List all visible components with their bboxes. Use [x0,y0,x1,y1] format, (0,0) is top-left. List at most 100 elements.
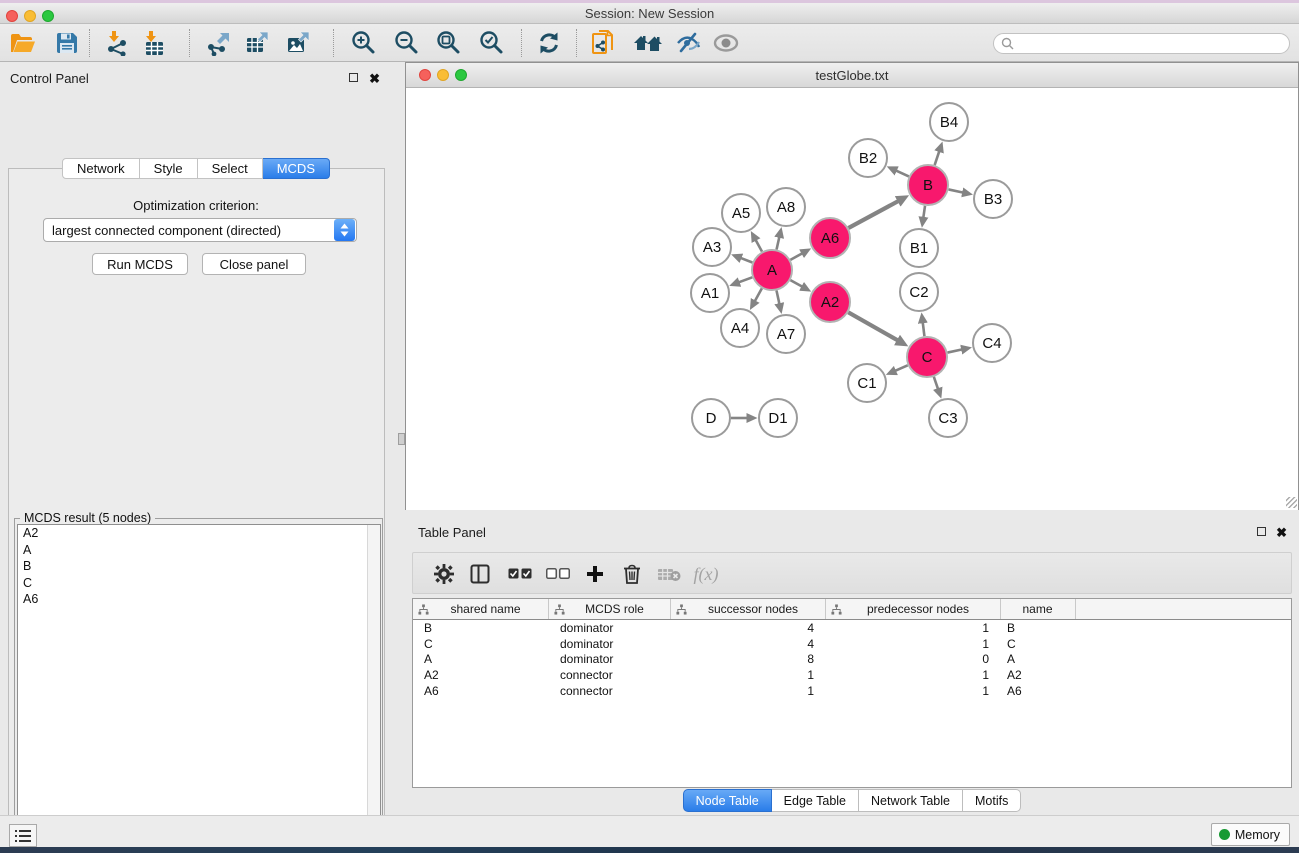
save-session-icon[interactable] [52,29,82,57]
run-mcds-button[interactable]: Run MCDS [92,253,188,275]
zoom-in-icon[interactable] [348,29,378,57]
graph-node-C4[interactable]: C4 [973,324,1011,362]
add-column-icon[interactable] [580,560,610,588]
graph-edge-A-A4[interactable] [755,288,762,300]
graph-node-A7[interactable]: A7 [767,315,805,353]
tab-network[interactable]: Network [62,158,140,179]
graph-node-A8[interactable]: A8 [767,188,805,226]
graph-node-A3[interactable]: A3 [693,228,731,266]
graph-node-B3[interactable]: B3 [974,180,1012,218]
zoom-selected-icon[interactable] [476,29,506,57]
select-all-checkboxes-icon[interactable] [505,560,535,588]
graph-edge-A-A7[interactable] [776,291,779,304]
graph-node-C1[interactable]: C1 [848,364,886,402]
network-graph[interactable]: B4 B2 B B3 A8A5 A6 A3 B1 A C2 A1 A2 A4A7 C4 C C1 C3 D D1 [406,89,1298,510]
scrollbar-track[interactable] [367,525,380,853]
settings-gear-icon[interactable] [429,560,459,588]
graph-node-A4[interactable]: A4 [721,309,759,347]
graph-edge-B-B4[interactable] [935,151,940,165]
graph-edge-C-C3[interactable] [934,377,938,389]
memory-button[interactable]: Memory [1211,823,1290,846]
graph-edge-A-A6[interactable] [790,253,802,259]
graph-edge-B-B2[interactable] [896,171,909,177]
graph-edge-B-B3[interactable] [949,189,963,192]
column-header-successor-nodes[interactable]: successor nodes [671,599,826,619]
tab-mcds[interactable]: MCDS [263,158,330,179]
close-table-panel-icon[interactable]: ✖ [1276,528,1287,537]
table-row[interactable]: Bdominator41B [413,620,1291,636]
graph-edge-A-A2[interactable] [790,280,802,286]
refresh-icon[interactable] [534,29,564,57]
graph-edge-B-B1[interactable] [923,206,925,218]
import-table-icon[interactable] [139,29,169,57]
new-network-from-selection-icon[interactable] [589,29,619,57]
graph-edge-A6-B[interactable] [848,201,898,228]
graph-edge-C-C2[interactable] [923,323,925,336]
graph-node-A5[interactable]: A5 [722,194,760,232]
network-canvas[interactable]: B4 B2 B B3 A8A5 A6 A3 B1 A C2 A1 A2 A4A7 C4 C C1 C3 D D1 [406,89,1298,510]
export-image-icon[interactable] [284,29,314,57]
tab-network-table[interactable]: Network Table [859,789,963,812]
column-header-shared-name[interactable]: shared name [413,599,549,619]
open-session-icon[interactable] [8,29,38,57]
graph-node-A[interactable]: A [752,250,792,290]
graph-edge-A-A1[interactable] [739,277,752,282]
show-panels-list-button[interactable] [9,824,37,847]
graph-edge-A-A8[interactable] [777,237,780,249]
delete-table-icon[interactable] [654,560,684,588]
tab-node-table[interactable]: Node Table [683,789,772,812]
optimization-criterion-select[interactable]: largest connected component (directed) [43,218,357,242]
graph-node-B2[interactable]: B2 [849,139,887,177]
graph-edge-C-C4[interactable] [948,350,962,353]
graph-node-A1[interactable]: A1 [691,274,729,312]
graph-node-D[interactable]: D [692,399,730,437]
graph-node-C[interactable]: C [907,337,947,377]
table-row[interactable]: A2connector11A2 [413,667,1291,683]
float-table-panel-icon[interactable] [1257,527,1266,536]
zoom-fit-icon[interactable] [433,29,463,57]
graph-edge-A-A5[interactable] [756,240,762,251]
mcds-result-item[interactable]: A [18,542,380,559]
graph-edge-A2-C[interactable] [848,312,897,340]
mcds-result-item[interactable]: A2 [18,525,380,542]
graph-edge-A-A3[interactable] [741,258,752,262]
column-header-predecessor-nodes[interactable]: predecessor nodes [826,599,1001,619]
home-icon[interactable] [633,29,663,57]
graph-node-A6[interactable]: A6 [810,218,850,258]
graph-node-A2[interactable]: A2 [810,282,850,322]
resize-grip[interactable] [1286,497,1297,508]
graph-node-D1[interactable]: D1 [759,399,797,437]
graph-node-B4[interactable]: B4 [930,103,968,141]
mcds-result-item[interactable]: A6 [18,591,380,608]
mcds-result-item[interactable]: C [18,575,380,592]
mcds-result-item[interactable]: B [18,558,380,575]
column-header-name[interactable]: name [1001,599,1076,619]
table-row[interactable]: A6connector11A6 [413,683,1291,699]
graph-node-B1[interactable]: B1 [900,229,938,267]
mcds-result-list[interactable]: A2ABCA6 [17,524,381,853]
column-header-MCDS-role[interactable]: MCDS role [549,599,671,619]
search-input[interactable] [1014,37,1289,51]
tab-select[interactable]: Select [198,158,263,179]
tab-edge-table[interactable]: Edge Table [772,789,859,812]
graph-node-B[interactable]: B [908,165,948,205]
hide-graphics-details-icon[interactable] [674,29,704,57]
import-network-icon[interactable] [102,29,132,57]
graph-node-C3[interactable]: C3 [929,399,967,437]
zoom-out-icon[interactable] [391,29,421,57]
close-panel-icon[interactable]: ✖ [369,74,380,83]
show-graphics-details-icon[interactable] [711,29,741,57]
export-network-icon[interactable] [204,29,234,57]
delete-column-icon[interactable] [617,560,647,588]
tab-style[interactable]: Style [140,158,198,179]
deselect-all-checkboxes-icon[interactable] [543,560,573,588]
graph-edge-C-C1[interactable] [895,365,907,370]
tab-motifs[interactable]: Motifs [963,789,1021,812]
function-builder-icon[interactable]: f(x) [691,560,721,588]
splitter-handle[interactable] [398,433,405,445]
close-panel-button[interactable]: Close panel [202,253,306,275]
network-window-titlebar[interactable]: testGlobe.txt [406,63,1298,88]
search-box[interactable] [993,33,1290,54]
graph-node-C2[interactable]: C2 [900,273,938,311]
table-row[interactable]: Adominator80A [413,652,1291,668]
